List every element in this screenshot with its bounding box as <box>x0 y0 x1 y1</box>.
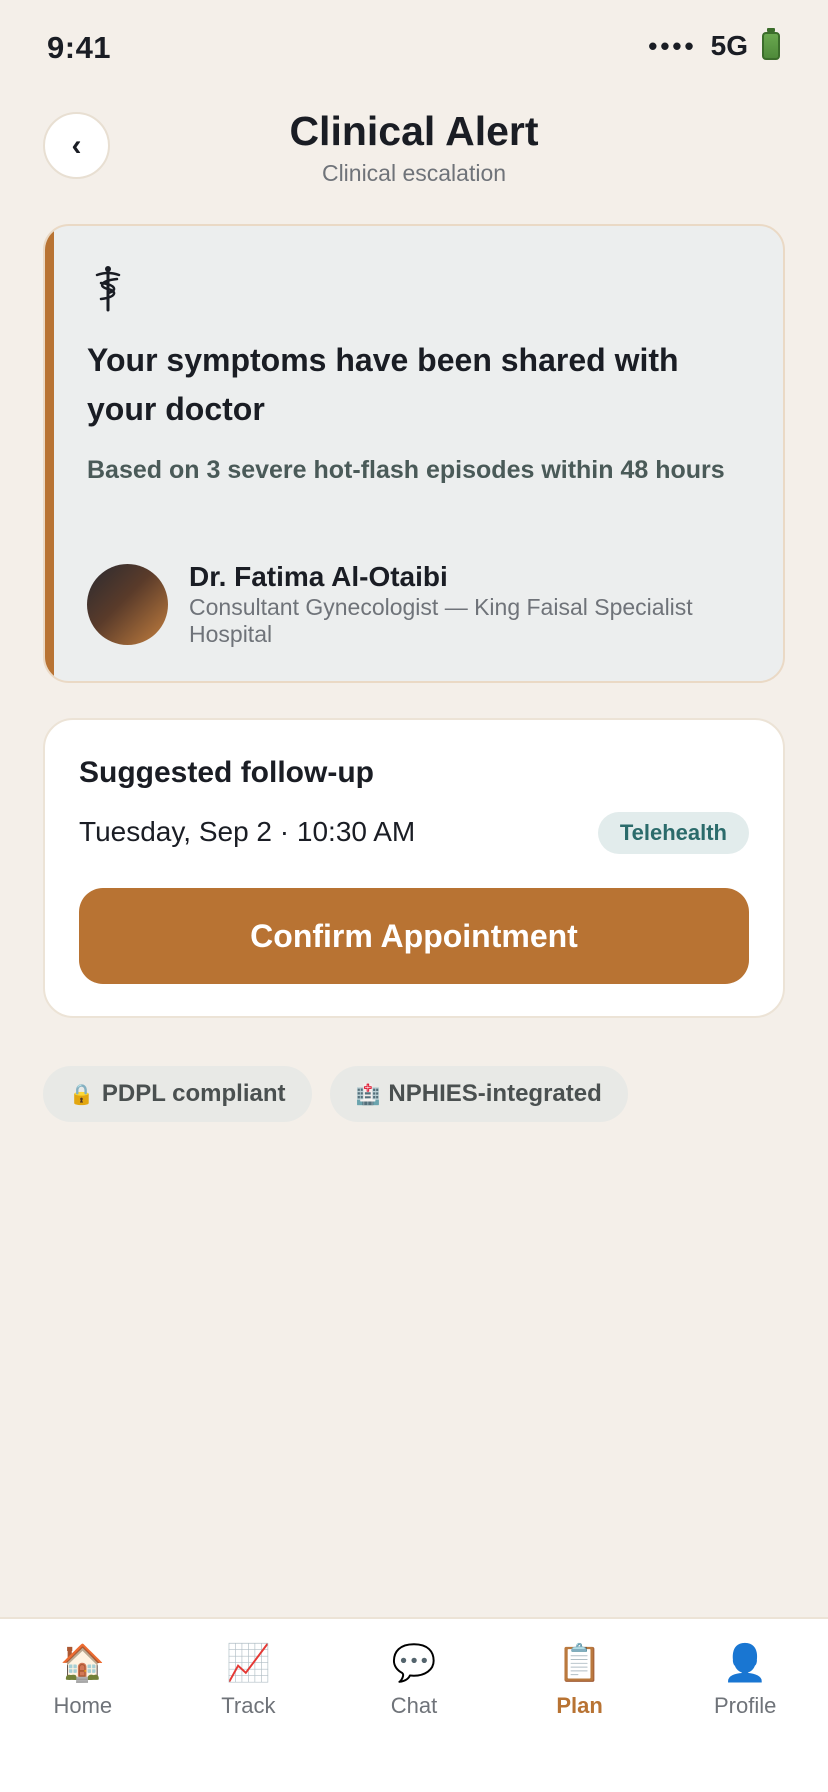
tab-chat[interactable]: 💬 Chat <box>331 1619 497 1792</box>
clipboard-icon: 📋 <box>557 1642 602 1683</box>
tab-label: Profile <box>713 1693 777 1718</box>
alert-title: Your symptoms have been shared with your… <box>87 342 679 427</box>
doctor-role: Consultant Gynecologist — King Faisal Sp… <box>189 594 693 647</box>
followup-title: Suggested follow-up <box>79 756 374 789</box>
status-bar: 9:41 •••• 5G <box>0 0 828 96</box>
header: ‹ Clinical Alert Clinical escalation <box>0 96 828 206</box>
signal-strength-icon: •••• <box>648 30 697 61</box>
status-time: 9:41 <box>47 30 112 65</box>
chip-nphies: 🏥 NPHIES-integrated <box>329 1066 628 1122</box>
battery-icon <box>762 28 780 60</box>
profile-icon: 👤 <box>722 1642 768 1683</box>
followup-card: Suggested follow-up Tuesday, Sep 2 · 10:… <box>43 718 785 1018</box>
home-icon: 🏠 <box>60 1642 106 1683</box>
chip-label: PDPL compliant <box>101 1080 286 1107</box>
page-title: Clinical Alert <box>289 108 539 154</box>
alert-accent-bar <box>45 226 54 681</box>
tab-label: Chat <box>390 1693 438 1718</box>
compliance-chips: 🔒 PDPL compliant 🏥 NPHIES-integrated <box>43 1066 628 1122</box>
lock-icon: 🔒 <box>69 1083 94 1106</box>
alert-description: Based on 3 severe hot-flash episodes wit… <box>87 456 725 484</box>
chat-bubble-icon: 💬 <box>391 1642 437 1683</box>
chart-icon: 📈 <box>225 1642 271 1683</box>
tab-label: Home <box>53 1693 113 1718</box>
tab-label: Track <box>221 1693 276 1718</box>
chip-label: NPHIES-integrated <box>388 1080 602 1107</box>
clinical-alert-card: Your symptoms have been shared with your… <box>43 224 785 683</box>
confirm-appointment-button[interactable]: Confirm Appointment <box>79 888 749 984</box>
doctor-name: Dr. Fatima Al-Otaibi <box>189 561 448 592</box>
status-indicators: •••• 5G <box>648 28 780 62</box>
tab-track[interactable]: 📈 Track <box>166 1619 332 1792</box>
chip-pdpl: 🔒 PDPL compliant <box>43 1066 312 1122</box>
network-type: 5G <box>710 30 748 61</box>
tab-plan[interactable]: 📋 Plan <box>497 1619 663 1792</box>
telehealth-badge: Telehealth <box>597 812 749 854</box>
appointment-datetime: Tuesday, Sep 2 · 10:30 AM <box>79 816 416 847</box>
tab-profile[interactable]: 👤 Profile <box>662 1619 828 1792</box>
bottom-tab-bar: 🏠 Home 📈 Track 💬 Chat 📋 Plan 👤 Profile <box>0 1617 828 1792</box>
doctor-avatar <box>87 564 168 645</box>
hospital-icon: 🏥 <box>355 1083 381 1106</box>
caduceus-icon <box>95 266 121 312</box>
page-subtitle: Clinical escalation <box>321 160 507 186</box>
tab-home[interactable]: 🏠 Home <box>0 1619 166 1792</box>
tab-label: Plan <box>556 1693 603 1718</box>
